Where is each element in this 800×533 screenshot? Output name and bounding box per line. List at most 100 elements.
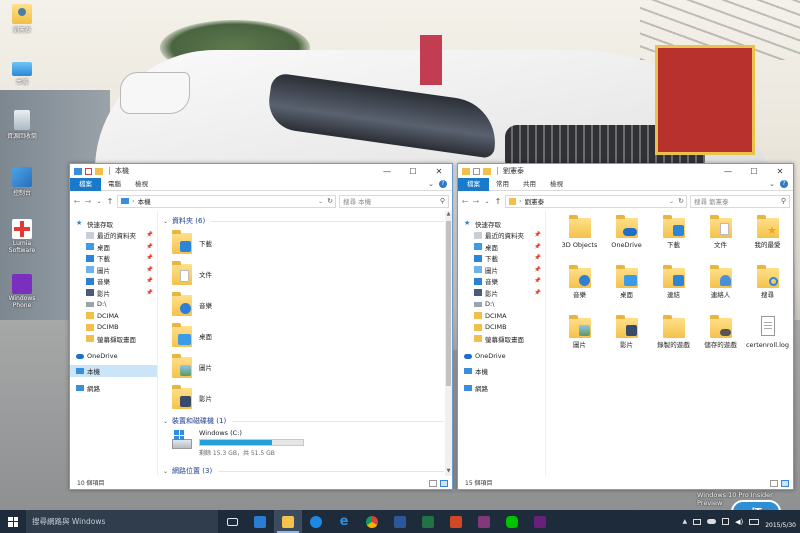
recent-locations-icon[interactable]: ⌄	[483, 198, 491, 205]
taskbar-word[interactable]	[386, 510, 414, 533]
refresh-icon[interactable]: ↻	[678, 197, 684, 205]
nav-item-music[interactable]: 音樂 📌	[458, 276, 545, 288]
nav-item-dcimb[interactable]: DCIMB	[458, 322, 545, 334]
taskbar-file-explorer[interactable]	[274, 510, 302, 533]
desktop-icon-this-pc[interactable]: 本機	[2, 58, 42, 86]
nav-this-pc[interactable]: 本機	[458, 365, 545, 377]
desktop-icon-recycle-bin[interactable]: 資源回收筒	[2, 110, 42, 140]
address-bar[interactable]: › 劉憲泰 ⌄ ↻	[505, 194, 687, 208]
maximize-button[interactable]: ☐	[741, 164, 767, 178]
nav-item-drive-d[interactable]: D:\	[70, 299, 157, 311]
properties-icon[interactable]	[473, 167, 480, 175]
nav-quick-access[interactable]: ★ 快速存取	[70, 218, 157, 230]
grid-item-favorites[interactable]: ★ 我的最愛	[744, 214, 791, 266]
group-folders[interactable]: ⌄ 資料夾 (6)	[158, 215, 452, 227]
nav-network[interactable]: 網路	[458, 383, 545, 395]
nav-item-videos[interactable]: 影片 📌	[458, 287, 545, 299]
action-center-icon[interactable]	[722, 518, 730, 525]
close-button[interactable]: ✕	[426, 164, 452, 178]
show-hidden-icons-icon[interactable]: ▲	[682, 518, 687, 525]
nav-item-dcimb[interactable]: DCIMB	[70, 322, 157, 334]
address-dropdown-icon[interactable]: ⌄	[669, 198, 674, 205]
desktop-icon-control-panel[interactable]: 控制台	[2, 167, 42, 197]
tab-file[interactable]: 檔案	[458, 177, 489, 191]
folder-item-videos[interactable]: 影片	[158, 382, 452, 413]
taskbar-line[interactable]	[498, 510, 526, 533]
help-icon[interactable]: ?	[780, 180, 788, 188]
pin-icon[interactable]: 📌	[146, 278, 153, 284]
vertical-scrollbar[interactable]: ▲ ▼	[445, 211, 452, 476]
grid-item-videos[interactable]: 影片	[603, 314, 650, 366]
refresh-icon[interactable]: ↻	[327, 197, 333, 205]
chevron-down-icon[interactable]: ⌄	[163, 418, 168, 425]
grid-item-desktop[interactable]: 桌面	[603, 264, 650, 316]
pin-icon[interactable]: 📌	[534, 267, 541, 273]
desktop-icon-windows-phone[interactable]: Windows Phone	[2, 274, 42, 309]
nav-item-videos[interactable]: 影片 📌	[70, 287, 157, 299]
taskbar-excel[interactable]	[414, 510, 442, 533]
address-bar[interactable]: › 本機 ⌄ ↻	[117, 194, 336, 208]
search-input[interactable]: 搜尋 本機 ⚲	[339, 194, 449, 208]
recent-locations-icon[interactable]: ⌄	[95, 198, 103, 205]
properties-icon[interactable]	[85, 167, 92, 175]
pin-icon[interactable]: 📌	[146, 255, 153, 261]
forward-arrow-icon[interactable]: →	[472, 197, 480, 206]
pin-icon[interactable]: 📌	[146, 232, 153, 238]
grid-item-certenroll-log[interactable]: certenroll.log	[744, 316, 791, 366]
address-dropdown-icon[interactable]: ⌄	[318, 198, 323, 205]
large-icons-view-icon[interactable]	[781, 480, 789, 487]
pin-icon[interactable]: 📌	[534, 244, 541, 250]
grid-item-downloads[interactable]: 下載	[650, 214, 697, 266]
nav-item-music[interactable]: 音樂 📌	[70, 276, 157, 288]
tab-share[interactable]: 共用	[516, 178, 543, 191]
maximize-button[interactable]: ☐	[400, 164, 426, 178]
system-clock[interactable]: 2015/5/30	[765, 515, 796, 529]
grid-item-onedrive[interactable]: OneDrive	[603, 214, 650, 266]
pin-icon[interactable]: 📌	[534, 290, 541, 296]
nav-item-drive-d[interactable]: D:\	[458, 299, 545, 311]
nav-quick-access[interactable]: ★ 快速存取	[458, 218, 545, 230]
nav-item-dcima[interactable]: DCIMA	[458, 310, 545, 322]
new-folder-icon[interactable]	[95, 167, 103, 175]
chevron-down-icon[interactable]: ⌄	[163, 468, 168, 475]
nav-this-pc[interactable]: 本機	[70, 365, 157, 377]
onedrive-tray-icon[interactable]	[707, 519, 717, 524]
up-arrow-icon[interactable]: ↑	[106, 197, 114, 206]
keyboard-icon[interactable]	[749, 518, 760, 525]
grid-item-documents[interactable]: 文件	[697, 214, 744, 266]
taskbar-onenote[interactable]	[470, 510, 498, 533]
task-view-button[interactable]	[218, 510, 246, 533]
nav-item-recent-folders[interactable]: 最近的資料夾 📌	[458, 230, 545, 242]
nav-network[interactable]: 網路	[70, 383, 157, 395]
start-button[interactable]	[0, 510, 26, 533]
group-devices[interactable]: ⌄ 裝置和磁碟機 (1)	[158, 415, 452, 427]
folder-item-desktop[interactable]: 桌面	[158, 320, 452, 351]
chevron-down-icon[interactable]: ⌄	[163, 218, 168, 225]
help-icon[interactable]: ?	[439, 180, 447, 188]
nav-onedrive[interactable]: OneDrive	[458, 351, 545, 363]
taskbar-search-box[interactable]: 搜尋網路與 Windows	[26, 510, 218, 533]
drive-item-c[interactable]: Windows (C:) 剩餘 15.3 GB，共 51.5 GB	[158, 429, 452, 465]
details-view-icon[interactable]	[770, 480, 778, 487]
grid-item-3d-objects[interactable]: 3D Objects	[556, 214, 603, 266]
title-bar[interactable]: 本機 — ☐ ✕	[70, 164, 452, 178]
breadcrumb[interactable]: 劉憲泰	[525, 196, 545, 206]
taskbar-edge[interactable]: e	[330, 510, 358, 533]
folder-item-pictures[interactable]: 圖片	[158, 351, 452, 382]
explorer-window-user-folder[interactable]: 劉憲泰 — ☐ ✕ 檔案 常用 共用 檢視 ⌄ ? ← → ⌄ ↑ › 劉憲泰 …	[457, 163, 794, 490]
new-folder-icon[interactable]	[483, 167, 491, 175]
nav-item-downloads[interactable]: 下載 📌	[70, 253, 157, 265]
back-arrow-icon[interactable]: ←	[73, 197, 81, 206]
tab-view[interactable]: 檢視	[543, 178, 570, 191]
grid-item-searches[interactable]: 搜尋	[744, 264, 791, 316]
explorer-window-this-pc[interactable]: 本機 — ☐ ✕ 檔案 電腦 檢視 ⌄ ? ← → ⌄ ↑ › 本機 ⌄ ↻ 搜…	[69, 163, 453, 490]
minimize-button[interactable]: —	[715, 164, 741, 178]
chevron-down-icon[interactable]: ⌄	[769, 180, 775, 188]
nav-item-desktop[interactable]: 桌面 📌	[70, 241, 157, 253]
tab-file[interactable]: 檔案	[70, 177, 101, 191]
nav-item-desktop[interactable]: 桌面 📌	[458, 241, 545, 253]
grid-item-saved-games[interactable]: 儲存的遊戲	[697, 314, 744, 366]
tab-view[interactable]: 檢視	[128, 178, 155, 191]
pin-icon[interactable]: 📌	[146, 290, 153, 296]
folder-item-music[interactable]: 音樂	[158, 289, 452, 320]
